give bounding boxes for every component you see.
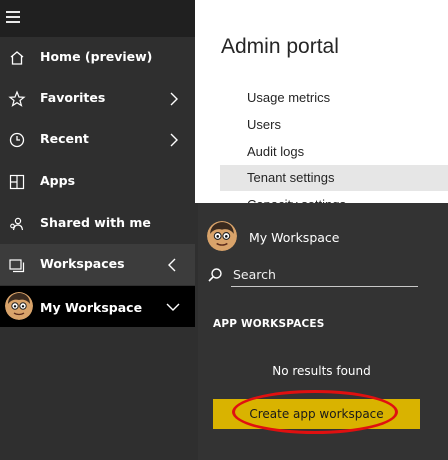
hamburger-menu-icon[interactable] [6, 11, 20, 25]
page-title: Admin portal [221, 35, 339, 58]
admin-link-users[interactable]: Users [220, 112, 448, 138]
search-input[interactable] [231, 263, 418, 287]
nav-item-my-workspace[interactable]: My Workspace [0, 286, 195, 327]
nav-item-label: Workspaces [40, 256, 125, 271]
nav-item-label: Favorites [40, 90, 106, 105]
flyout-divider [195, 203, 198, 460]
nav-item-label: Home (preview) [40, 49, 153, 64]
nav-item-home[interactable]: Home (preview) [0, 37, 195, 78]
avatar [5, 292, 33, 320]
create-app-workspace-button[interactable]: Create app workspace [213, 399, 420, 429]
admin-link-tenant-settings[interactable]: Tenant settings [220, 165, 448, 191]
workspaces-flyout: My Workspace APP WORKSPACES No results f… [195, 203, 448, 460]
nav-item-workspaces[interactable]: Workspaces [0, 244, 195, 285]
star-icon [8, 90, 26, 107]
nav-item-recent[interactable]: Recent [0, 119, 195, 160]
home-icon [10, 51, 24, 65]
clock-icon [9, 132, 25, 148]
chevron-right-icon[interactable] [164, 131, 182, 149]
nav-item-label: My Workspace [40, 300, 143, 315]
search-row [207, 263, 422, 291]
admin-link-audit-logs[interactable]: Audit logs [220, 139, 448, 165]
no-results-text: No results found [272, 364, 371, 378]
nav-item-label: Recent [40, 131, 89, 146]
my-workspace-header[interactable]: My Workspace [195, 203, 448, 263]
admin-link-usage-metrics[interactable]: Usage metrics [220, 85, 448, 111]
chevron-down-icon[interactable] [164, 298, 182, 316]
my-workspace-label: My Workspace [249, 230, 340, 245]
nav-pane: Home (preview) Favorites Recent Apps Sha… [0, 0, 195, 460]
chevron-left-icon[interactable] [164, 256, 182, 274]
app-workspaces-heading: APP WORKSPACES [213, 318, 325, 330]
chevron-right-icon[interactable] [164, 90, 182, 108]
shared-icon [10, 217, 24, 231]
nav-item-label: Shared with me [40, 215, 151, 230]
nav-item-label: Apps [40, 173, 76, 188]
avatar [207, 221, 237, 251]
apps-icon [9, 174, 25, 190]
nav-item-shared-with-me[interactable]: Shared with me [0, 203, 195, 244]
search-icon [208, 268, 222, 282]
nav-topbar [0, 0, 195, 37]
nav-item-favorites[interactable]: Favorites [0, 78, 195, 119]
workspaces-icon [9, 259, 25, 273]
nav-item-apps[interactable]: Apps [0, 161, 195, 202]
